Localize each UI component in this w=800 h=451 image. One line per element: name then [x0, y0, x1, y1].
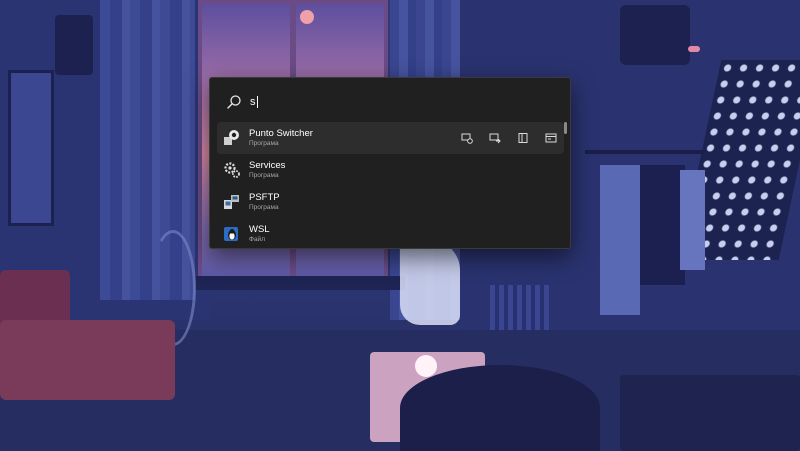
psftp-app-icon	[223, 193, 241, 211]
wsl-penguin-icon	[223, 225, 241, 243]
search-query-text: s	[250, 96, 256, 108]
wallpaper-speaker-right	[620, 5, 690, 65]
wallpaper-window-sill	[195, 276, 405, 290]
wallpaper-lamp	[415, 355, 437, 377]
wallpaper-box	[620, 375, 800, 451]
search-input[interactable]: s	[250, 96, 258, 108]
wallpaper-picture-frame	[8, 70, 54, 226]
results-scrollbar[interactable]	[564, 122, 567, 248]
scrollbar-thumb[interactable]	[564, 122, 567, 134]
result-title: PSFTP	[249, 192, 280, 203]
result-subtitle: Файл	[249, 236, 265, 243]
result-title: Services	[249, 160, 286, 171]
text-caret	[256, 96, 258, 108]
result-item-services[interactable]: Services Програма	[217, 154, 564, 186]
search-bar: s	[220, 84, 560, 120]
wallpaper-cloth	[600, 165, 640, 315]
result-subtitle: Програма	[249, 140, 279, 147]
results-list: Punto Switcher Програма Services Програм…	[217, 122, 564, 248]
wallpaper-laundry	[400, 240, 460, 325]
wallpaper-speaker-left	[55, 15, 93, 75]
wallpaper-cloth	[680, 170, 705, 270]
result-subtitle: Програма	[249, 204, 279, 211]
result-item-wsl[interactable]: WSL Файл	[217, 218, 564, 248]
result-title: Punto Switcher	[249, 128, 313, 139]
result-title: WSL	[249, 224, 270, 235]
run-as-admin-icon[interactable]	[460, 131, 474, 145]
result-actions	[460, 122, 558, 154]
wallpaper-plant	[400, 365, 600, 451]
run-as-other-user-icon[interactable]	[488, 131, 502, 145]
result-item-punto-switcher[interactable]: Punto Switcher Програма	[217, 122, 564, 154]
open-file-location-icon[interactable]	[516, 131, 530, 145]
services-gear-icon	[223, 161, 241, 179]
wallpaper-sofa	[0, 320, 175, 400]
wallpaper-light	[688, 46, 700, 52]
punto-switcher-app-icon	[223, 129, 241, 147]
wallpaper-cloth	[640, 165, 685, 285]
result-subtitle: Програма	[249, 172, 279, 179]
result-item-psftp[interactable]: PSFTP Програма	[217, 186, 564, 218]
open-in-terminal-icon[interactable]	[544, 131, 558, 145]
search-icon	[226, 94, 242, 110]
search-launcher-window: s Punto Switcher Програма Services Прогр…	[209, 77, 571, 249]
